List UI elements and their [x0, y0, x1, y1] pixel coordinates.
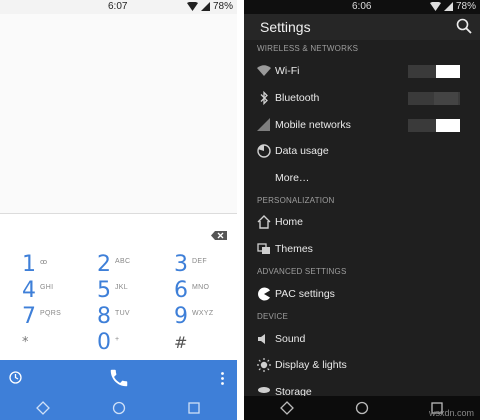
home-icon [257, 215, 271, 229]
overflow-menu-icon[interactable] [221, 372, 224, 385]
themes-icon [257, 243, 270, 254]
dialpad-key-5[interactable]: 5 JKL [97, 279, 157, 303]
call-history-icon[interactable] [9, 371, 22, 384]
pacman-icon [258, 287, 270, 301]
section-header-advanced: ADVANCED SETTINGS [257, 267, 347, 276]
back-nav-icon[interactable] [36, 401, 50, 415]
phone-call-icon[interactable] [108, 367, 130, 389]
dialpad-key-6[interactable]: 6 MNO [174, 279, 234, 303]
section-header-wireless: WIRELESS & NETWORKS [257, 44, 359, 53]
battery-level: 78% [212, 1, 233, 12]
settings-item-home[interactable]: Home [244, 210, 480, 234]
dialpad-key-3[interactable]: 3 DEF [174, 253, 234, 277]
battery-level: 78% [455, 1, 476, 12]
settings-item-themes[interactable]: Themes [244, 237, 480, 261]
navigation-bar: wsxdn.com [244, 396, 480, 420]
recents-nav-icon[interactable] [187, 401, 201, 415]
dialpad-key-8[interactable]: 8 TUV [97, 305, 157, 329]
settings-item-display[interactable]: Display & lights [244, 353, 480, 377]
wifi-signal-icon [429, 2, 441, 11]
status-bar: 6:06 78% [244, 0, 480, 14]
navigation-bar [0, 396, 237, 420]
bluetooth-toggle[interactable] [408, 92, 460, 105]
dialpad-key-0[interactable]: 0 + [97, 331, 157, 355]
status-time: 6:06 [352, 1, 372, 12]
settings-item-more[interactable]: More… [244, 166, 480, 190]
bluetooth-icon [260, 90, 268, 106]
section-header-device: DEVICE [257, 312, 288, 321]
dialpad-key-star[interactable]: * [22, 331, 82, 355]
settings-item-wifi[interactable]: Wi-Fi [244, 59, 480, 83]
cell-signal-icon [443, 2, 453, 11]
section-header-personalization: PERSONALIZATION [257, 196, 335, 205]
mobile-networks-toggle[interactable] [408, 119, 460, 132]
settings-item-mobile-networks[interactable]: Mobile networks [244, 113, 480, 137]
brightness-icon [257, 358, 271, 372]
data-usage-icon [257, 144, 271, 158]
cell-signal-icon [200, 2, 210, 11]
home-nav-icon[interactable] [355, 401, 369, 415]
dialer-action-bar [0, 360, 237, 396]
dialpad-key-7[interactable]: 7 PQRS [22, 305, 82, 329]
speaker-icon [258, 334, 265, 344]
home-nav-icon[interactable] [112, 401, 126, 415]
settings-item-data-usage[interactable]: Data usage [244, 139, 480, 163]
cell-signal-icon [257, 118, 270, 131]
watermark: wsxdn.com [428, 408, 474, 418]
settings-item-sound[interactable]: Sound [244, 327, 480, 351]
wifi-toggle[interactable] [408, 65, 460, 78]
dialpad-key-1[interactable]: 1 ꝏ [22, 253, 82, 277]
dialer-number-display [0, 14, 237, 214]
status-bar: 6:07 78% [0, 0, 237, 14]
page-title: Settings [260, 19, 311, 35]
status-time: 6:07 [108, 1, 128, 12]
dialpad-key-9[interactable]: 9 WXYZ [174, 305, 234, 329]
dialpad-key-2[interactable]: 2 ABC [97, 253, 157, 277]
search-icon[interactable] [456, 18, 472, 34]
settings-item-bluetooth[interactable]: Bluetooth [244, 86, 480, 110]
settings-item-pac[interactable]: PAC settings [244, 282, 480, 306]
wifi-signal-icon [186, 2, 198, 11]
dialpad-key-4[interactable]: 4 GHI [22, 279, 82, 303]
app-bar: Settings [244, 14, 480, 40]
settings-screen: 6:06 78% Settings WIRELESS & NETWORKS Wi… [244, 0, 480, 420]
dialer-screen: 6:07 78% 1 ꝏ 2 ABC 3 DEF 4 GHI 5 JKL 6 M… [0, 0, 237, 420]
back-nav-icon[interactable] [280, 401, 294, 415]
backspace-icon[interactable] [211, 231, 227, 240]
dialpad-key-hash[interactable]: # [174, 331, 234, 355]
wifi-icon [257, 65, 271, 76]
